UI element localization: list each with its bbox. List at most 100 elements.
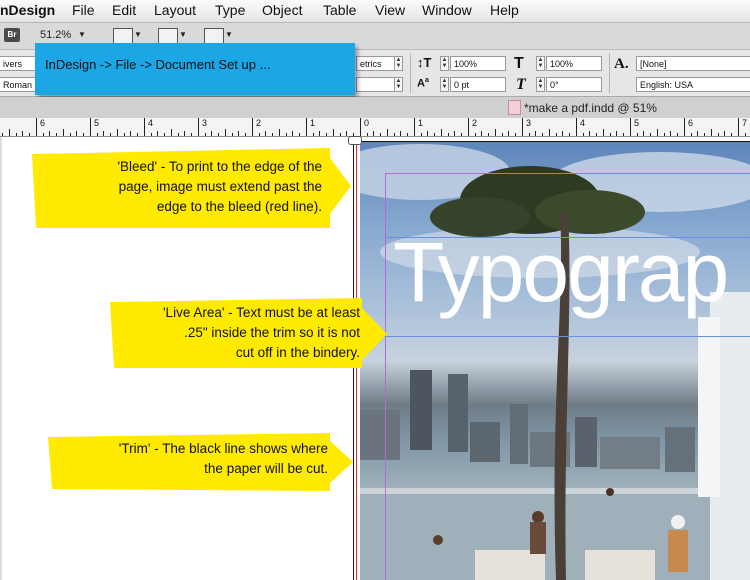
ruler-tick [690, 133, 692, 136]
ruler-tick [670, 131, 672, 136]
ruler-tick [15, 133, 17, 136]
ruler-tick [359, 118, 361, 136]
ruler-tick [157, 131, 159, 136]
vertical-scale-field[interactable]: 100% [450, 56, 506, 71]
chevron-updown-icon[interactable]: ▲ ▼ [440, 77, 449, 92]
ruler-tick [515, 133, 516, 136]
bleed-callout-text: 'Bleed' - To print to the edge of the pa… [46, 157, 322, 217]
ruler-tick [542, 133, 543, 136]
chevron-updown-icon[interactable]: ▲ ▼ [394, 56, 403, 71]
frame-handle-icon[interactable] [348, 136, 362, 145]
chevron-down-icon[interactable]: ▼ [179, 30, 187, 39]
ruler-tick [170, 129, 172, 136]
ruler-tick [731, 133, 732, 136]
arrange-documents-icon[interactable] [204, 28, 224, 44]
ruler-label: 2 [472, 118, 478, 128]
headline-text[interactable]: Typograp [393, 224, 729, 321]
ruler-label: 5 [94, 118, 100, 128]
baseline-shift-field[interactable]: 0 pt [450, 77, 506, 92]
font-family-field[interactable]: ivers [0, 56, 36, 71]
menu-help[interactable]: Help [490, 2, 519, 18]
document-icon [508, 100, 521, 115]
screen-mode-icon[interactable] [158, 28, 178, 44]
ruler-tick [218, 133, 219, 136]
ruler-tick [49, 131, 51, 136]
trim-callout: 'Trim' - The black line shows where the … [46, 433, 358, 491]
ruler-tick [413, 118, 415, 136]
ruler-label: 4 [580, 118, 586, 128]
chevron-down-icon[interactable]: ▼ [78, 30, 86, 39]
ruler-tick [737, 118, 739, 136]
ruler-tick [683, 118, 685, 136]
menu-type[interactable]: Type [215, 2, 245, 18]
document-tab-title[interactable]: *make a pdf.indd @ 51% [524, 101, 657, 115]
chevron-down-icon[interactable]: ▼ [225, 30, 233, 39]
horizontal-scale-field[interactable]: 100% [546, 56, 602, 71]
ruler-tick [380, 133, 381, 136]
ruler-tick [501, 133, 503, 136]
live-area-line-2: .25" inside the trim so it is not [184, 325, 360, 340]
chevron-down-icon[interactable]: ▼ [134, 30, 142, 39]
language-field[interactable]: English: USA [636, 77, 750, 92]
character-style-field[interactable]: [None] [636, 56, 750, 71]
ruler-tick [177, 133, 179, 136]
vertical-ruler[interactable] [0, 137, 2, 580]
ruler-tick [474, 133, 476, 136]
menu-layout[interactable]: Layout [154, 2, 196, 18]
bleed-callout: 'Bleed' - To print to the edge of the pa… [30, 148, 358, 230]
font-style-field[interactable]: Roman [0, 77, 36, 92]
ruler-tick [488, 133, 489, 136]
chevron-updown-icon[interactable]: ▲ ▼ [536, 56, 545, 71]
chevron-updown-icon[interactable]: ▲ ▼ [536, 77, 545, 92]
ruler-tick [569, 133, 570, 136]
view-options-icon[interactable] [113, 28, 133, 44]
ruler-tick [643, 131, 645, 136]
ruler-tick [521, 118, 523, 136]
menu-table[interactable]: Table [323, 2, 356, 18]
menu-path-text: InDesign -> File -> Document Set up ... [45, 57, 271, 72]
divider [609, 53, 610, 93]
chevron-updown-icon[interactable]: ▲ ▼ [394, 77, 403, 92]
document-tab-bar: *make a pdf.indd @ 51% [0, 97, 750, 119]
ruler-tick [285, 133, 287, 136]
zoom-level[interactable]: 51.2% [40, 29, 71, 41]
vertical-scale-icon: ↕T [417, 55, 432, 70]
skew-field[interactable]: 0° [546, 77, 602, 92]
menu-window[interactable]: Window [422, 2, 472, 18]
app-menu[interactable]: nDesign [0, 2, 55, 18]
ruler-tick [596, 133, 597, 136]
ruler-tick [326, 133, 327, 136]
ruler-tick [191, 133, 192, 136]
margin-guide-left [385, 173, 386, 580]
ruler-tick [130, 131, 132, 136]
menu-object[interactable]: Object [262, 2, 302, 18]
menu-file[interactable]: File [72, 2, 95, 18]
horizontal-ruler[interactable]: 6 5 4 3 2 1 0 1 2 3 4 5 6 7 [0, 118, 750, 137]
ruler-tick [454, 131, 456, 136]
ruler-label: 3 [526, 118, 532, 128]
menu-view[interactable]: View [375, 2, 405, 18]
ruler-tick [231, 133, 233, 136]
margin-guide-top [385, 173, 750, 174]
ruler-tick [704, 133, 705, 136]
ruler-tick [278, 129, 280, 136]
ruler-label: 7 [742, 118, 748, 128]
page-photo[interactable] [360, 142, 750, 580]
chevron-updown-icon[interactable]: ▲ ▼ [440, 56, 449, 71]
ruler-tick [312, 133, 314, 136]
ruler-tick [467, 118, 469, 136]
ruler-tick [663, 133, 665, 136]
ruler-tick [123, 133, 125, 136]
ruler-tick [319, 131, 321, 136]
ruler-tick [89, 118, 91, 136]
menu-edit[interactable]: Edit [112, 2, 136, 18]
ruler-tick [251, 118, 253, 136]
ruler-label: 1 [310, 118, 316, 128]
ruler-tick [555, 133, 557, 136]
ruler-tick [656, 129, 658, 136]
ruler-tick [710, 129, 712, 136]
bridge-button[interactable]: Br [4, 28, 20, 42]
photo-scene [360, 144, 750, 580]
ruler-tick [427, 131, 429, 136]
ruler-tick [609, 133, 611, 136]
